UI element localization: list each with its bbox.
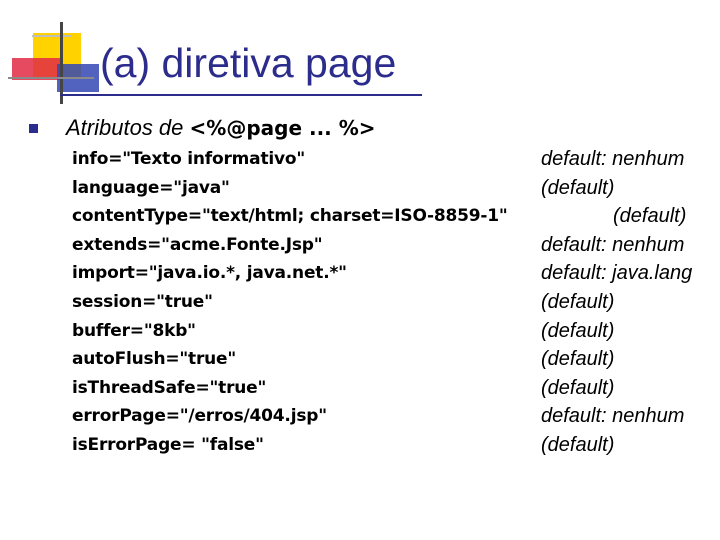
attribute-row: import="java.io.*, java.net.*" default: j… (72, 259, 712, 288)
attribute-default: (default) (541, 290, 615, 313)
attribute-text: info="Texto informativo" (72, 149, 306, 169)
logo-vertical-line (60, 22, 63, 104)
attribute-default: default: nenhum (541, 148, 685, 170)
attribute-default: (default) (541, 176, 615, 199)
attribute-default: (default) (541, 376, 615, 399)
bullet-square-icon (29, 124, 38, 133)
bullet-subheading: Atributos de <%@page ... %> (66, 113, 376, 143)
logo-thin-line (32, 35, 72, 37)
attribute-row: session="true" (default) (72, 288, 712, 317)
attribute-default: default: nenhum (541, 233, 685, 256)
subheading-code: <%@page ... %> (189, 116, 376, 140)
attribute-row: extends="acme.Fonte.Jsp" default: nenhum (72, 231, 712, 260)
attribute-text: errorPage="/erros/404.jsp" (72, 406, 327, 427)
attribute-row: isThreadSafe="true" (default) (72, 374, 712, 403)
attribute-default: default: java.lang (541, 262, 693, 285)
slide-title: (a) diretiva page (100, 40, 397, 86)
attribute-text: isErrorPage= "false" (72, 434, 264, 455)
attribute-text: autoFlush="true" (72, 349, 237, 370)
attribute-default: default: nenhum (541, 405, 685, 428)
attribute-text: buffer="8kb" (72, 320, 196, 341)
subheading-lead: Atributos de (66, 115, 190, 140)
attribute-text: extends="acme.Fonte.Jsp" (72, 234, 323, 255)
title-underline (60, 94, 422, 96)
attribute-text: contentType="text/html; charset=ISO-8859… (72, 206, 508, 227)
attribute-row: autoFlush="true" (default) (72, 345, 712, 374)
attribute-row: info="Texto informativo" default: nenhum (72, 145, 712, 174)
attribute-default: (default) (613, 205, 687, 228)
attribute-list: info="Texto informativo" default: nenhum l… (72, 145, 712, 460)
attribute-text: import="java.io.*, java.net.*" (72, 263, 347, 284)
logo-horizontal-line (8, 77, 94, 79)
attribute-row: errorPage="/erros/404.jsp" default: nenhu… (72, 402, 712, 431)
attribute-default: (default) (541, 319, 615, 342)
attribute-row: buffer="8kb" (default) (72, 317, 712, 346)
attribute-row: contentType="text/html; charset=ISO-8859… (72, 202, 712, 231)
attribute-text: session="true" (72, 291, 213, 312)
attribute-row: isErrorPage= "false" (default) (72, 431, 712, 460)
attribute-row: language="java" (default) (72, 174, 712, 203)
attribute-default: (default) (541, 348, 615, 371)
attribute-text: isThreadSafe="true" (72, 377, 267, 398)
attribute-default: (default) (541, 433, 615, 456)
attribute-text: language="java" (72, 177, 230, 198)
